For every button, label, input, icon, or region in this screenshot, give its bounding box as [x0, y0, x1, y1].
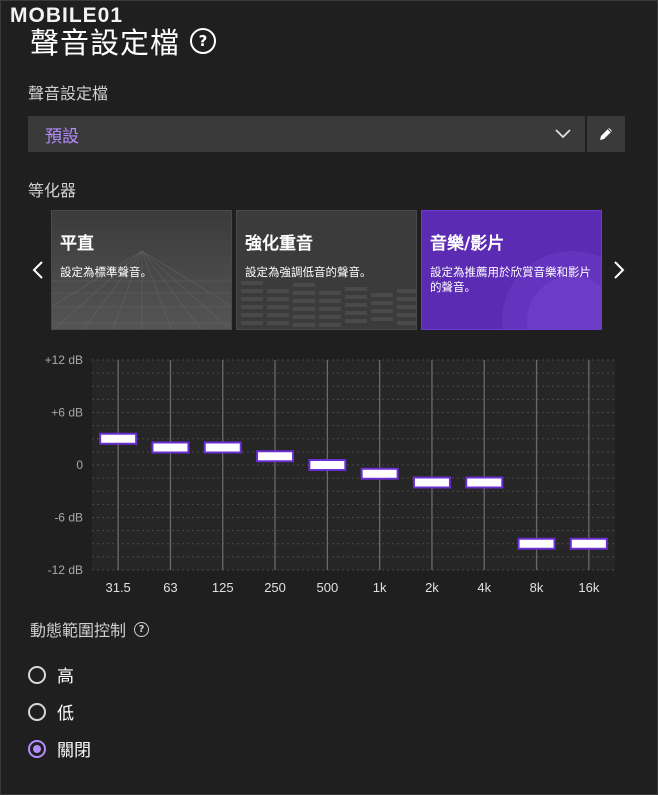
preset-description: 設定為推薦用於欣賞音樂和影片的聲音。: [430, 265, 591, 294]
profile-dropdown-value: 預設: [45, 126, 79, 147]
drc-section-label: 動態範圍控制: [30, 621, 127, 640]
preset-title: 強化重音: [245, 234, 313, 254]
x-tick-label: 250: [264, 580, 286, 595]
y-tick-label: 0: [76, 458, 83, 472]
preset-card-bass-boost[interactable]: 強化重音 設定為強調低音的聲音。: [236, 210, 417, 330]
band-slider-handle: [203, 441, 242, 454]
x-tick-label: 16k: [578, 580, 599, 595]
y-tick-label: +6 dB: [51, 406, 83, 420]
y-tick-label: -12 dB: [48, 563, 83, 577]
profile-dropdown[interactable]: 預設: [28, 116, 585, 152]
help-icon[interactable]: ?: [190, 28, 217, 54]
x-tick-label: 31.5: [105, 580, 130, 595]
preset-description: 設定為強調低音的聲音。: [245, 265, 372, 279]
pencil-icon: [600, 128, 612, 140]
band-slider-handle: [151, 441, 190, 454]
edit-profile-button[interactable]: [587, 116, 625, 152]
drc-option-off[interactable]: 關閉: [28, 736, 91, 761]
help-icon[interactable]: ?: [134, 621, 150, 637]
preset-card-music-video[interactable]: 音樂/影片 設定為推薦用於欣賞音樂和影片的聲音。: [421, 210, 602, 330]
radio-label: 關閉: [57, 741, 91, 761]
chevron-left-icon[interactable]: [31, 260, 45, 280]
band-slider-handle: [99, 432, 138, 445]
band-slider-handle: [517, 537, 556, 550]
profile-selector: 預設: [28, 116, 625, 152]
x-tick-label: 63: [163, 580, 177, 595]
chevron-down-icon: [555, 129, 571, 139]
x-tick-label: 4k: [477, 580, 491, 595]
preset-title: 平直: [60, 234, 94, 254]
equalizer-preset-carousel: 平直 設定為標準聲音。 強化重音 設定為強調低音的聲音。 音樂/影片 設定為推薦…: [28, 210, 628, 332]
band-slider-handle: [360, 467, 399, 480]
x-tick-label: 8k: [530, 580, 544, 595]
band-slider-handle: [308, 459, 347, 471]
equalizer-section-label: 等化器: [28, 181, 77, 200]
drc-section-header: 動態範圍控制 ?: [28, 617, 150, 641]
x-tick-label: 2k: [425, 580, 439, 595]
preset-title: 音樂/影片: [430, 234, 505, 254]
x-tick-label: 500: [316, 580, 338, 595]
radio-label: 高: [57, 667, 74, 687]
preset-description: 設定為標準聲音。: [60, 265, 152, 279]
drc-option-low[interactable]: 低: [28, 699, 74, 724]
y-tick-label: -6 dB: [54, 511, 83, 525]
x-tick-label: 125: [212, 580, 234, 595]
profile-section-label: 聲音設定檔: [28, 84, 109, 103]
band-slider-handle: [465, 476, 504, 489]
x-tick-label: 1k: [373, 580, 387, 595]
equalizer-chart: +12 dB +6 dB 0 -6 dB -12 dB 31.5 63 125 250 500 1k…: [45, 353, 615, 595]
radio-label: 低: [57, 704, 74, 724]
radio-button[interactable]: [28, 739, 46, 758]
page-header: 聲音設定檔 ?: [30, 20, 217, 62]
page-title: 聲音設定檔: [30, 26, 181, 60]
chevron-right-icon[interactable]: [612, 260, 626, 280]
drc-option-high[interactable]: 高: [28, 662, 74, 687]
radio-button[interactable]: [28, 702, 46, 721]
band-slider-handle: [569, 537, 608, 550]
y-tick-label: +12 dB: [45, 353, 83, 367]
band-slider-handle: [256, 450, 295, 463]
band-slider-handle: [412, 476, 451, 489]
radio-button[interactable]: [28, 665, 46, 684]
preset-card-flat[interactable]: 平直 設定為標準聲音。: [51, 210, 232, 330]
